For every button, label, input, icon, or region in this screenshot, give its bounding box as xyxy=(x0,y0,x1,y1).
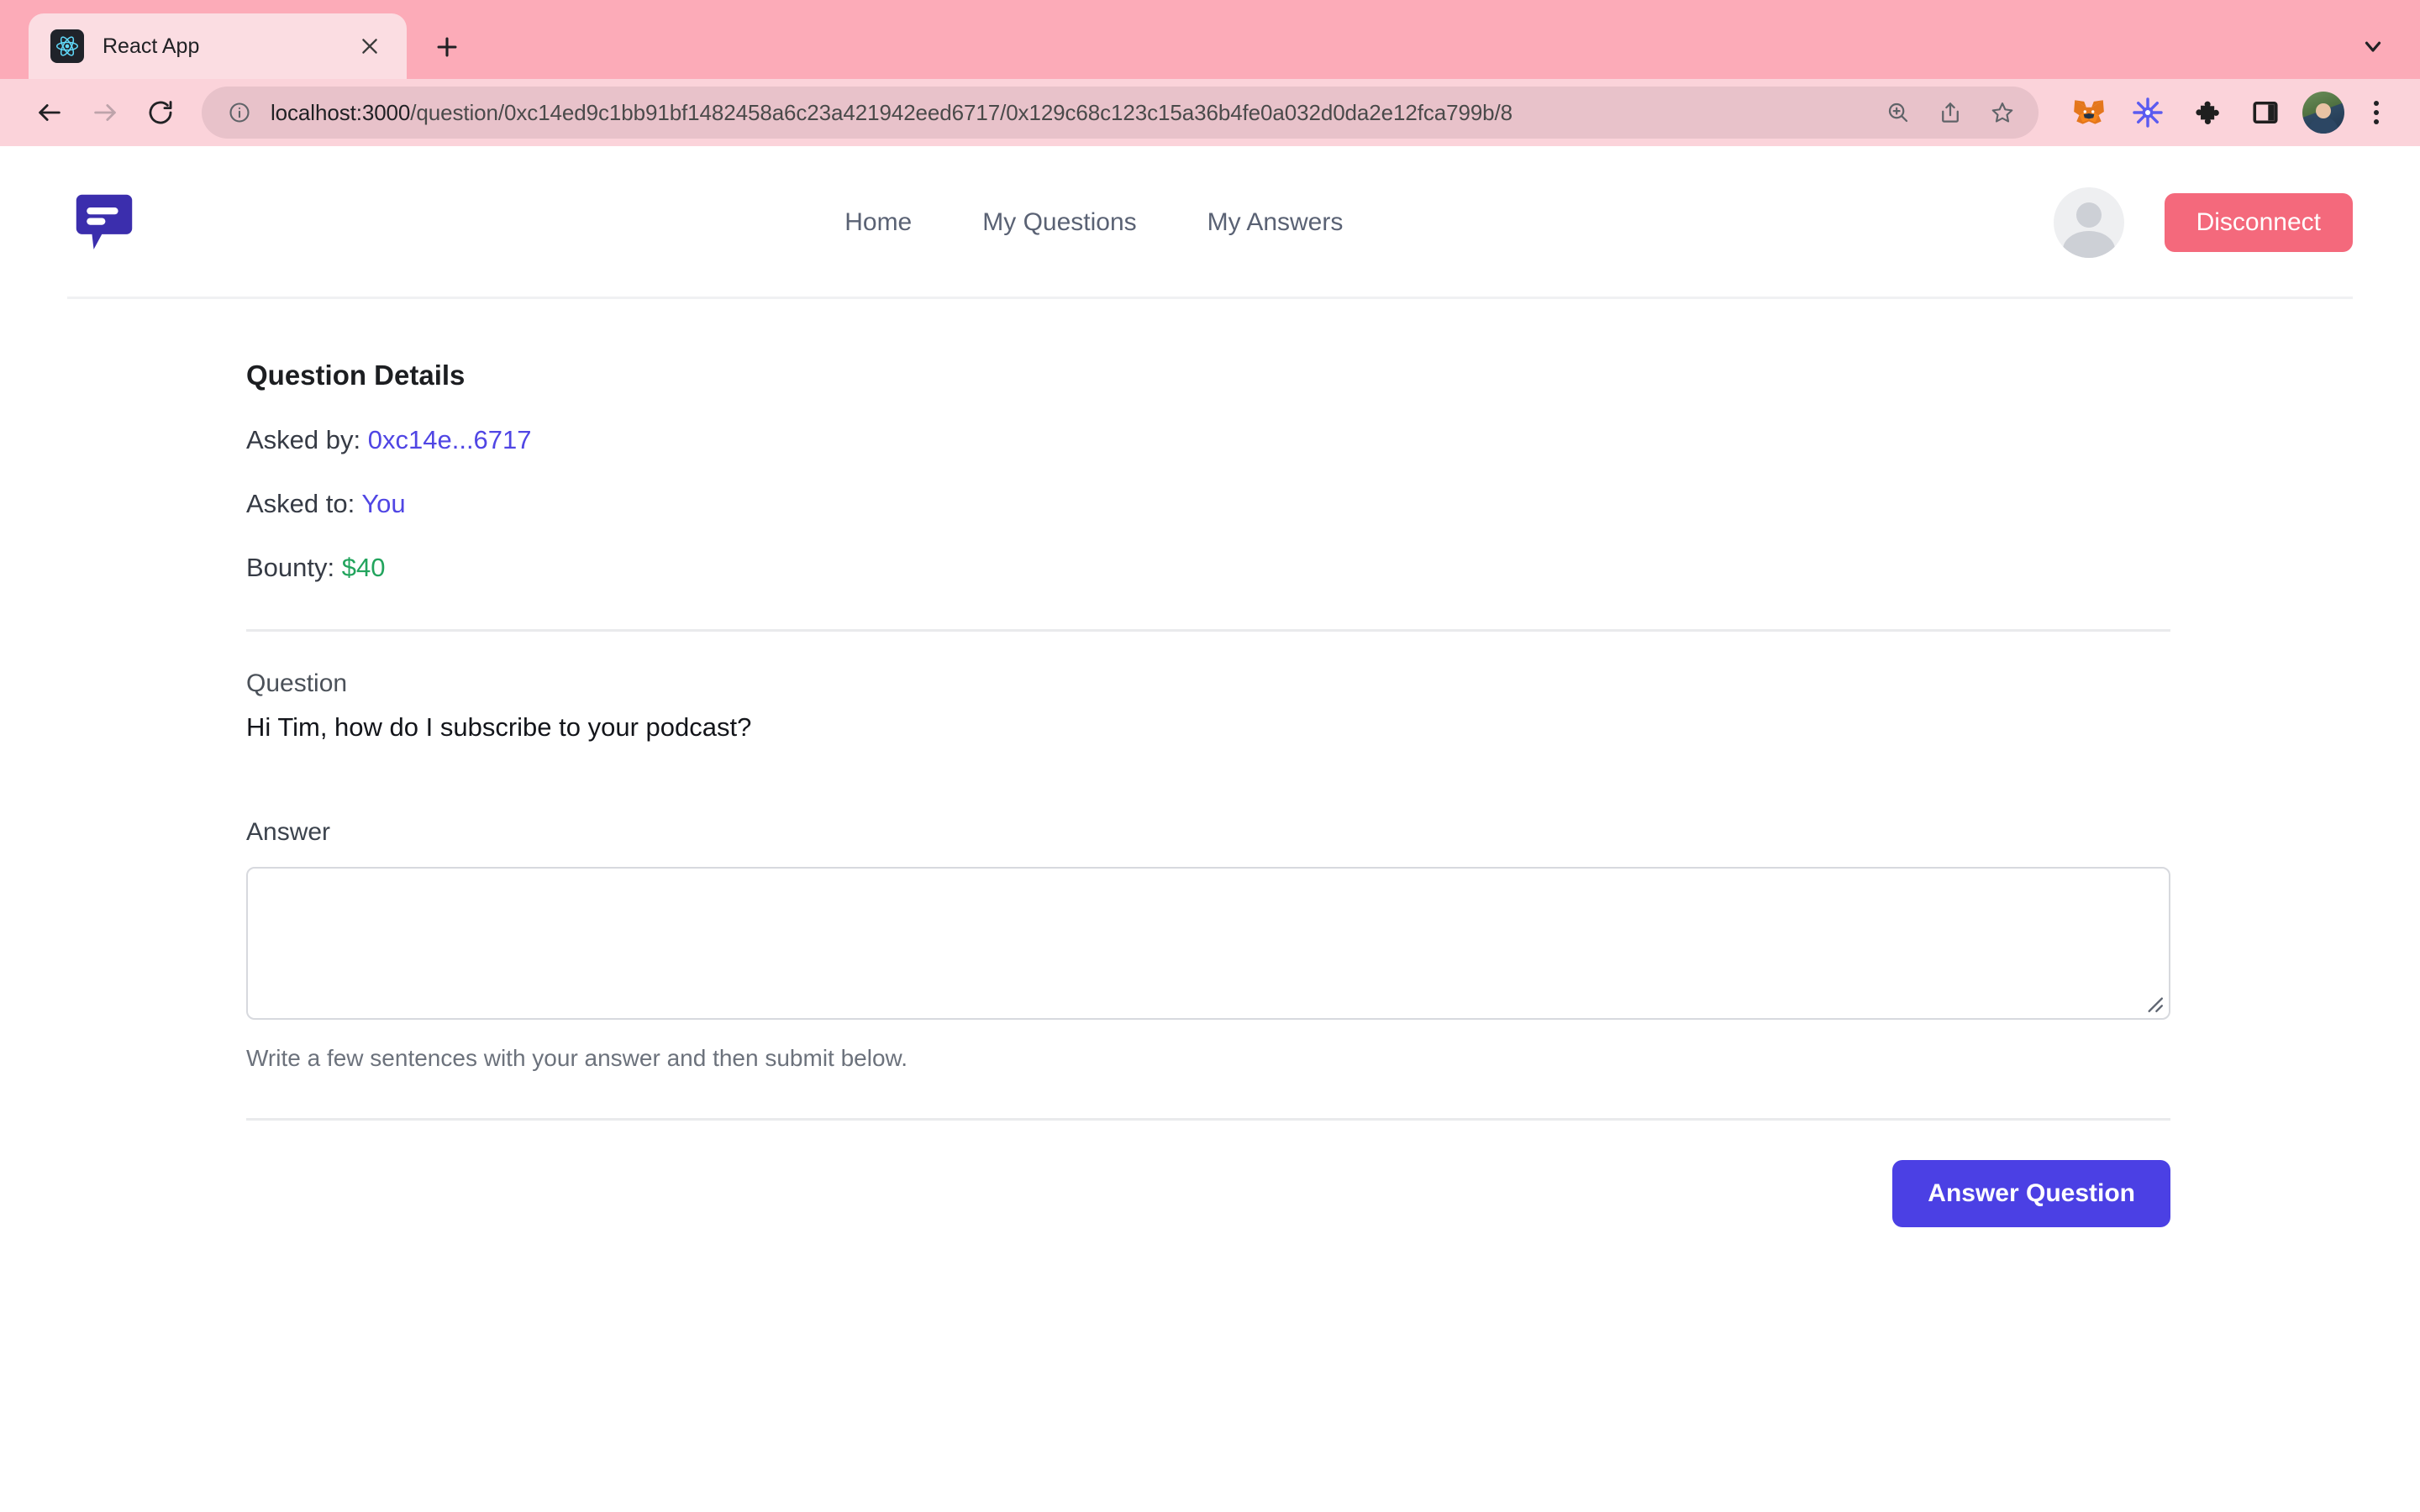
main-nav: Home My Questions My Answers xyxy=(134,208,2054,237)
reload-icon[interactable] xyxy=(133,85,188,140)
answer-input[interactable] xyxy=(246,867,2170,1020)
url-text: localhost:3000/question/0xc14ed9c1bb91bf… xyxy=(271,100,1874,126)
puzzle-extensions-icon[interactable] xyxy=(2185,91,2228,134)
url-path: /question/0xc14ed9c1bb91bf1482458a6c23a4… xyxy=(410,99,1513,125)
answer-field-wrap xyxy=(246,867,2170,1020)
arrow-left-icon[interactable] xyxy=(22,85,77,140)
react-logo-icon xyxy=(50,29,84,63)
divider-top xyxy=(246,629,2170,632)
answer-label: Answer xyxy=(246,818,331,846)
share-icon[interactable] xyxy=(1926,88,1975,137)
arrow-right-icon[interactable] xyxy=(77,85,133,140)
divider-bottom xyxy=(246,1118,2170,1121)
page-content: Home My Questions My Answers Disconnect … xyxy=(0,146,2420,1512)
asked-by-value[interactable]: 0xc14e...6717 xyxy=(368,425,532,454)
question-label: Question xyxy=(246,669,348,697)
asked-to-row: Asked to: You xyxy=(246,489,2170,519)
nav-item-my-questions[interactable]: My Questions xyxy=(982,208,1136,237)
asked-to-value[interactable]: You xyxy=(361,489,405,518)
url-host: localhost:3000 xyxy=(271,99,411,125)
info-circle-icon[interactable] xyxy=(224,97,255,129)
extensions-area xyxy=(2067,91,2344,134)
address-bar[interactable]: localhost:3000/question/0xc14ed9c1bb91bf… xyxy=(202,87,2039,139)
bounty-value: $40 xyxy=(341,553,386,582)
chevron-down-icon[interactable] xyxy=(2348,13,2398,79)
new-tab-button[interactable] xyxy=(424,24,471,71)
browser-tab[interactable]: React App xyxy=(29,13,407,79)
bounty-label: Bounty: xyxy=(246,553,335,582)
disconnect-button[interactable]: Disconnect xyxy=(2164,193,2353,252)
kebab-menu-icon[interactable] xyxy=(2354,91,2398,134)
nav-item-home[interactable]: Home xyxy=(844,208,912,237)
asked-by-label: Asked by: xyxy=(246,425,361,454)
form-actions: Answer Question xyxy=(246,1160,2170,1227)
metamask-extension-icon[interactable] xyxy=(2067,91,2111,134)
profile-avatar-icon[interactable] xyxy=(2302,92,2344,134)
browser-toolbar: localhost:3000/question/0xc14ed9c1bb91bf… xyxy=(0,79,2420,146)
header-right: Disconnect xyxy=(2053,187,2353,258)
omnibox-actions xyxy=(1874,88,2027,137)
tab-title: React App xyxy=(103,34,200,58)
asked-by-row: Asked by: 0xc14e...6717 xyxy=(246,425,2170,455)
speech-bubble-logo-icon[interactable] xyxy=(74,192,134,253)
answer-question-button[interactable]: Answer Question xyxy=(1892,1160,2170,1227)
side-panel-icon[interactable] xyxy=(2244,91,2287,134)
answer-helper-text: Write a few sentences with your answer a… xyxy=(246,1045,908,1071)
user-avatar-icon[interactable] xyxy=(2053,187,2124,258)
tab-strip: React App xyxy=(0,0,2420,79)
page-title: Question Details xyxy=(246,360,466,391)
question-text: Hi Tim, how do I subscribe to your podca… xyxy=(246,712,752,742)
bounty-row: Bounty: $40 xyxy=(246,553,2170,583)
app-header: Home My Questions My Answers Disconnect xyxy=(0,146,2420,299)
content-inner: Question Details Asked by: 0xc14e...6717… xyxy=(246,360,2170,1227)
browser-window: React App localhost:3000/question/0xc14e… xyxy=(0,0,2420,1512)
star-icon[interactable] xyxy=(1978,88,2027,137)
starburst-extension-icon[interactable] xyxy=(2126,91,2170,134)
zoom-search-icon[interactable] xyxy=(1874,88,1923,137)
main-content: Question Details Asked by: 0xc14e...6717… xyxy=(0,360,2420,1227)
close-icon[interactable] xyxy=(351,28,388,65)
nav-item-my-answers[interactable]: My Answers xyxy=(1207,208,1344,237)
asked-to-label: Asked to: xyxy=(246,489,355,518)
